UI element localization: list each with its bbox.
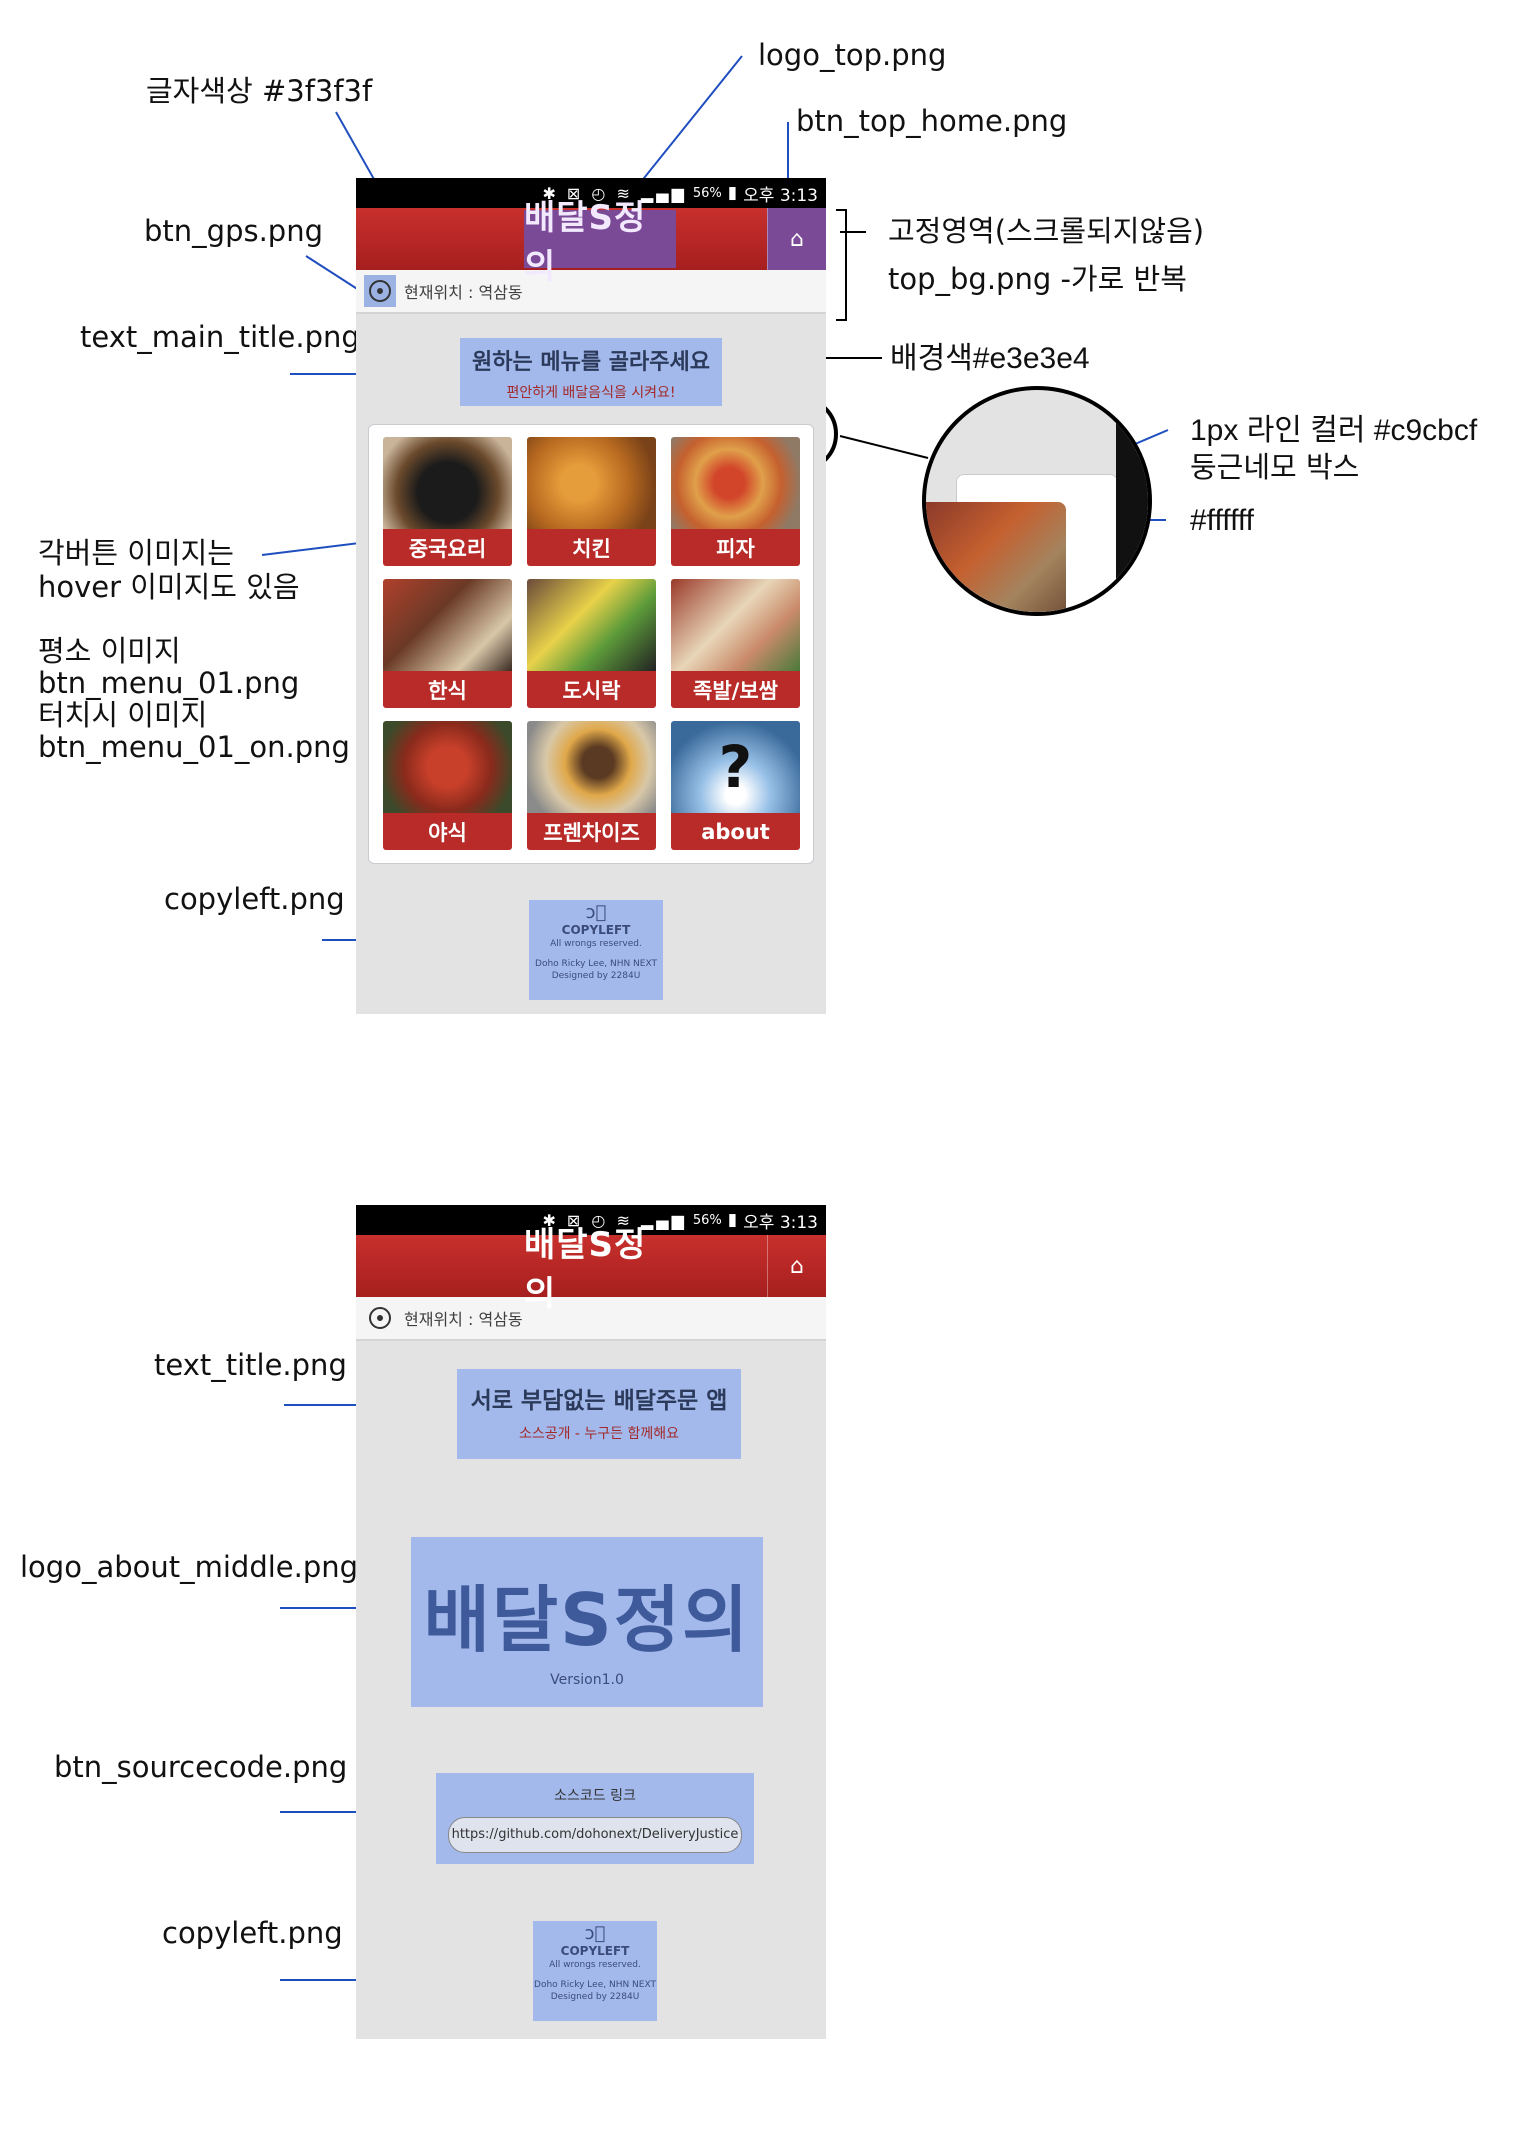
menu-button-jokbal[interactable]: 족발/보쌈 bbox=[671, 579, 800, 708]
annotation-normal-img: 평소 이미지 bbox=[38, 634, 181, 668]
main-title: 원하는 메뉴를 골라주세요 bbox=[472, 350, 710, 375]
about-title: 서로 부담없는 배달주문 앱 bbox=[470, 1388, 728, 1414]
annotation-hover-1: 각버튼 이미지는 bbox=[38, 536, 234, 570]
annotation-logo-top: logo_top.png bbox=[758, 38, 947, 72]
menu-button-chicken[interactable]: 치킨 bbox=[527, 437, 656, 566]
copyleft-title: COPYLEFT bbox=[560, 1944, 630, 1958]
zoom-magnifier bbox=[922, 386, 1152, 616]
menu-label: 치킨 bbox=[527, 529, 656, 566]
annotation-rounded-box: 둥근네모 박스 bbox=[1190, 450, 1360, 484]
menu-button-chinese[interactable]: 중국요리 bbox=[383, 437, 512, 566]
source-code-block: 소스코드 링크 https://github.com/dohonext/Deli… bbox=[436, 1773, 754, 1864]
copyleft-line3: Designed by 2284U bbox=[551, 971, 641, 982]
menu-button-pizza[interactable]: 피자 bbox=[671, 437, 800, 566]
annotation-top-bg: top_bg.png -가로 반복 bbox=[888, 262, 1187, 296]
current-location: 현재위치 : 역삼동 bbox=[404, 283, 523, 302]
annotation-text-color: 글자색상 #3f3f3f bbox=[146, 74, 373, 108]
menu-image bbox=[383, 579, 512, 671]
menu-panel: 중국요리 치킨 피자 한식 도시락 족발/보쌈 야식 프렌차이즈 ? about bbox=[368, 424, 814, 864]
menu-button-lunchbox[interactable]: 도시락 bbox=[527, 579, 656, 708]
about-logo: 배달S정의 bbox=[423, 1578, 751, 1662]
menu-image bbox=[383, 721, 512, 813]
battery-icon: ▮ bbox=[727, 183, 738, 203]
copyleft-line2: Doho Ricky Lee, NHN NEXT bbox=[534, 1980, 656, 1991]
menu-image bbox=[527, 437, 656, 529]
annotation-logo-about-middle: logo_about_middle.png bbox=[20, 1550, 359, 1584]
gps-icon bbox=[369, 1307, 391, 1329]
version-text: Version1.0 bbox=[550, 1672, 624, 1688]
status-time: 오후 3:13 bbox=[743, 185, 818, 206]
about-title-block: 서로 부담없는 배달주문 앱 소스공개 - 누구든 함께해요 bbox=[457, 1369, 741, 1459]
battery-level: 56% bbox=[692, 1212, 722, 1228]
about-logo-block: 배달S정의 Version1.0 bbox=[411, 1537, 763, 1707]
main-screen-mockup: ✱ ⊠ ◴ ≋ ▂▄▆ 56% ▮ 오후 3:13 배달S정의 ⌂ 현재위치 :… bbox=[356, 178, 826, 1014]
annotation-btn-sourcecode: btn_sourcecode.png bbox=[54, 1750, 348, 1784]
menu-image bbox=[527, 579, 656, 671]
menu-label: 도시락 bbox=[527, 671, 656, 708]
menu-image bbox=[527, 721, 656, 813]
status-time: 오후 3:13 bbox=[743, 1212, 818, 1233]
top-bar: 배달S정의 ⌂ bbox=[356, 198, 826, 287]
source-code-button[interactable]: https://github.com/dohonext/DeliveryJust… bbox=[448, 1817, 742, 1853]
copyleft-line1: All wrongs reserved. bbox=[550, 939, 642, 950]
main-title-block: 원하는 메뉴를 골라주세요 편안하게 배달음식을 시켜요! bbox=[460, 338, 722, 406]
annotation-copyleft-1: copyleft.png bbox=[164, 882, 345, 916]
gps-button[interactable] bbox=[364, 275, 396, 307]
battery-level: 56% bbox=[692, 185, 722, 201]
annotation-line-color: 1px 라인 컬러 #c9cbcf bbox=[1190, 414, 1478, 447]
annotation-text-title: text_title.png bbox=[154, 1348, 347, 1382]
copyleft-line1: All wrongs reserved. bbox=[549, 1960, 641, 1971]
home-icon: ⌂ bbox=[790, 1253, 804, 1279]
top-bar: 배달S정의 ⌂ bbox=[356, 1225, 826, 1314]
annotation-normal-file: btn_menu_01.png bbox=[38, 666, 300, 700]
copyleft-line3: Designed by 2284U bbox=[550, 1992, 640, 2003]
app-logo[interactable]: 배달S정의 bbox=[524, 1225, 676, 1314]
question-mark-icon: ? bbox=[718, 733, 753, 801]
annotation-text-main-title: text_main_title.png bbox=[80, 320, 360, 354]
menu-button-about[interactable]: ? about bbox=[671, 721, 800, 850]
annotation-hover-2: hover 이미지도 있음 bbox=[38, 570, 300, 604]
menu-label: about bbox=[671, 813, 800, 850]
annotation-touch-file: btn_menu_01_on.png bbox=[38, 730, 350, 764]
battery-icon: ▮ bbox=[727, 1210, 738, 1230]
source-code-label: 소스코드 링크 bbox=[554, 1788, 636, 1804]
copyleft-icon: ↄ⃝ bbox=[585, 902, 607, 923]
annotation-white: #ffffff bbox=[1190, 504, 1254, 537]
copyleft-title: COPYLEFT bbox=[561, 923, 631, 937]
menu-label: 족발/보쌈 bbox=[671, 671, 800, 708]
copyleft-icon: ↄ⃝ bbox=[584, 1923, 606, 1944]
menu-image bbox=[671, 579, 800, 671]
annotation-btn-gps: btn_gps.png bbox=[144, 214, 323, 248]
annotation-touch-img: 터치시 이미지 bbox=[38, 698, 208, 732]
menu-button-korean[interactable]: 한식 bbox=[383, 579, 512, 708]
annotation-copyleft-2: copyleft.png bbox=[162, 1916, 343, 1950]
menu-image bbox=[383, 437, 512, 529]
current-location: 현재위치 : 역삼동 bbox=[404, 1310, 523, 1329]
menu-label: 중국요리 bbox=[383, 529, 512, 566]
menu-label: 피자 bbox=[671, 529, 800, 566]
menu-label: 야식 bbox=[383, 813, 512, 850]
copyleft-line2: Doho Ricky Lee, NHN NEXT bbox=[535, 959, 657, 970]
about-subtitle: 소스공개 - 누구든 함께해요 bbox=[518, 1426, 680, 1442]
home-button[interactable]: ⌂ bbox=[767, 1235, 826, 1297]
menu-button-latenight[interactable]: 야식 bbox=[383, 721, 512, 850]
annotation-btn-top-home: btn_top_home.png bbox=[796, 104, 1068, 138]
app-logo[interactable]: 배달S정의 bbox=[524, 198, 676, 287]
gps-button[interactable] bbox=[364, 1302, 396, 1334]
gps-icon bbox=[369, 280, 391, 302]
menu-label: 한식 bbox=[383, 671, 512, 708]
copyleft-badge: ↄ⃝ COPYLEFT All wrongs reserved. Doho Ri… bbox=[529, 900, 663, 1000]
menu-label: 프렌차이즈 bbox=[527, 813, 656, 850]
menu-button-franchise[interactable]: 프렌차이즈 bbox=[527, 721, 656, 850]
annotation-bg-color: 배경색#e3e3e4 bbox=[890, 342, 1090, 375]
menu-image bbox=[671, 437, 800, 529]
annotation-fixed-area: 고정영역(스크롤되지않음) bbox=[888, 214, 1205, 248]
copyleft-badge: ↄ⃝ COPYLEFT All wrongs reserved. Doho Ri… bbox=[533, 1921, 657, 2021]
menu-image: ? bbox=[671, 721, 800, 813]
home-button[interactable]: ⌂ bbox=[767, 208, 826, 270]
about-screen-mockup: ✱ ⊠ ◴ ≋ ▂▄▆ 56% ▮ 오후 3:13 배달S정의 ⌂ 현재위치 :… bbox=[356, 1205, 826, 2039]
home-icon: ⌂ bbox=[790, 226, 804, 252]
main-subtitle: 편안하게 배달음식을 시켜요! bbox=[506, 385, 676, 401]
